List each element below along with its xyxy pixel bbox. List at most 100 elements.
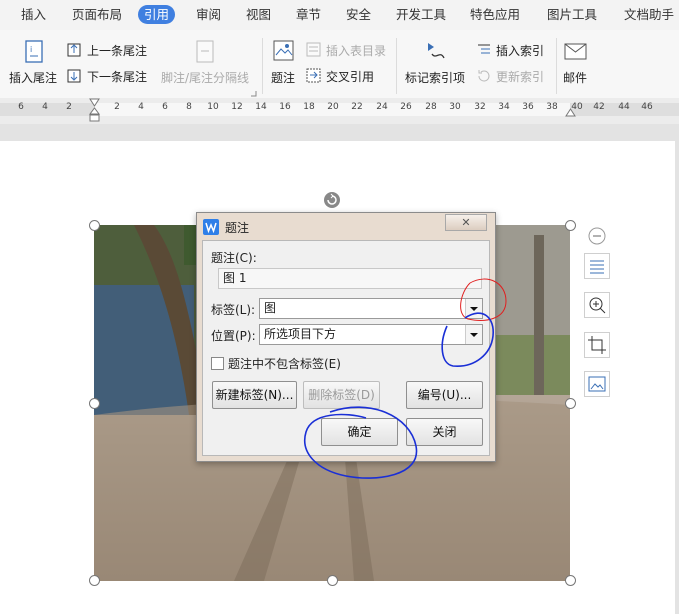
- dialog-close-x-button[interactable]: ✕: [445, 214, 487, 231]
- next-endnote-button[interactable]: 下一条尾注: [67, 67, 153, 85]
- cross-reference-label: 交叉引用: [326, 70, 375, 84]
- menu-review[interactable]: 审阅: [196, 0, 221, 30]
- prev-endnote-icon: [67, 43, 81, 57]
- insert-table-of-figures-button[interactable]: 插入表目录: [306, 41, 391, 59]
- dialog-launcher-icon[interactable]: [250, 90, 257, 97]
- ruler-tick-label: 6: [18, 102, 24, 112]
- ruler-tick-label: 22: [351, 102, 363, 112]
- caption-text-field[interactable]: 图 1: [218, 268, 482, 289]
- caption-button[interactable]: 题注: [270, 38, 300, 92]
- menu-security[interactable]: 安全: [346, 0, 371, 30]
- ruler-tick-label: 20: [327, 102, 339, 112]
- resize-handle-w[interactable]: [89, 398, 100, 409]
- ruler-tick-label: 26: [400, 102, 412, 112]
- menu-page-layout[interactable]: 页面布局: [72, 0, 122, 30]
- chevron-down-icon: [470, 307, 478, 311]
- menu-references[interactable]: 引用: [138, 5, 176, 24]
- next-endnote-icon: [67, 69, 81, 83]
- insert-index-button[interactable]: 插入索引: [476, 41, 550, 59]
- resize-handle-s[interactable]: [327, 575, 338, 586]
- chevron-down-icon: [470, 333, 478, 337]
- insert-endnote-button[interactable]: i 插入尾注: [8, 38, 64, 92]
- ruler-tick-label: 16: [279, 102, 291, 112]
- update-index-button[interactable]: 更新索引: [476, 67, 550, 85]
- ruler-tick-label: 2: [114, 102, 120, 112]
- picture-effects-icon: [588, 376, 606, 392]
- ruler-tick-label: 2: [66, 102, 72, 112]
- ruler-tick-label: 34: [498, 102, 510, 112]
- rotate-handle-icon[interactable]: [323, 191, 341, 209]
- position-field-label: 位置(P):: [211, 329, 256, 343]
- delete-label-button[interactable]: 删除标签(D): [303, 381, 380, 409]
- resize-handle-se[interactable]: [565, 575, 576, 586]
- insert-endnote-label: 插入尾注: [9, 71, 58, 85]
- resize-handle-sw[interactable]: [89, 575, 100, 586]
- ruler-tick-label: 14: [255, 102, 267, 112]
- ruler-tick-label: 18: [303, 102, 315, 112]
- tag-field-label: 标签(L):: [211, 303, 256, 317]
- tag-dropdown-arrow[interactable]: [465, 299, 482, 318]
- menu-bar: 插入 页面布局 引用 审阅 视图 章节 安全 开发工具 特色应用 图片工具 文档…: [0, 0, 679, 30]
- cross-reference-button[interactable]: 交叉引用: [306, 67, 391, 85]
- dialog-title: 题注: [225, 221, 250, 235]
- menu-developer[interactable]: 开发工具: [396, 0, 446, 30]
- dialog-body: 题注(C): 图 1 标签(L): 图 位置(P): 所选项目下方 题注中不包含…: [202, 240, 490, 456]
- mail-icon: [564, 43, 587, 60]
- wrap-text-tool[interactable]: [584, 253, 610, 279]
- mail-label: 邮件: [563, 71, 588, 85]
- exclude-label-checkbox-label: 题注中不包含标签(E): [228, 357, 341, 371]
- insert-table-of-figures-label: 插入表目录: [326, 44, 387, 58]
- mark-index-entry-button[interactable]: 标记索引项: [404, 38, 468, 92]
- menu-doc-assistant[interactable]: 文档助手: [624, 0, 674, 30]
- resize-handle-nw[interactable]: [89, 220, 100, 231]
- ribbon-divider: [556, 38, 557, 94]
- endnote-icon: i: [25, 40, 43, 63]
- prev-endnote-button[interactable]: 上一条尾注: [67, 41, 153, 59]
- indent-marker-icon[interactable]: [89, 98, 100, 122]
- numbering-button[interactable]: 编号(U)...: [406, 381, 483, 409]
- footnote-separator-button[interactable]: 脚注/尾注分隔线: [160, 38, 255, 92]
- ribbon: i 插入尾注 上一条尾注 下一条尾注 脚注/尾注分隔线 题注 插入表目录 交叉引…: [0, 30, 679, 99]
- right-indent-marker-icon[interactable]: [565, 107, 576, 117]
- menu-picture-tools[interactable]: 图片工具: [547, 0, 597, 30]
- ribbon-divider: [396, 38, 397, 94]
- resize-handle-ne[interactable]: [565, 220, 576, 231]
- collapse-icon[interactable]: [588, 227, 606, 245]
- footnote-separator-label: 脚注/尾注分隔线: [161, 71, 250, 85]
- wrap-text-icon: [590, 260, 604, 274]
- ruler-tick-label: 36: [522, 102, 534, 112]
- crop-tool[interactable]: [584, 332, 610, 358]
- ruler-tick-label: 24: [376, 102, 388, 112]
- menu-insert[interactable]: 插入: [21, 0, 46, 30]
- zoom-tool[interactable]: [584, 292, 610, 318]
- wps-writer-icon: [203, 219, 219, 235]
- ruler-tick-label: 46: [641, 102, 653, 112]
- position-dropdown-arrow[interactable]: [465, 325, 482, 344]
- horizontal-ruler[interactable]: 6 4 2 2 4 6 8 10 12 14 16 18 20 22 24 26 28 30 32 34 36 38 40 4…: [0, 98, 679, 124]
- caption-icon: [273, 40, 294, 61]
- position-select-value: 所选项目下方: [264, 327, 337, 341]
- menu-featured-apps[interactable]: 特色应用: [470, 0, 520, 30]
- mark-index-icon: [428, 43, 445, 59]
- ruler-tick-label: 38: [546, 102, 558, 112]
- cross-reference-icon: [306, 68, 321, 83]
- ok-button[interactable]: 确定: [321, 418, 398, 446]
- picture-effects-tool[interactable]: [584, 371, 610, 397]
- close-button[interactable]: 关闭: [406, 418, 483, 446]
- mail-button[interactable]: 邮件: [562, 38, 592, 92]
- ruler-tick-label: 4: [138, 102, 144, 112]
- new-label-button[interactable]: 新建标签(N)...: [212, 381, 297, 409]
- exclude-label-checkbox[interactable]: [211, 357, 224, 370]
- update-index-icon: [478, 70, 490, 82]
- menu-view[interactable]: 视图: [246, 0, 271, 30]
- position-select[interactable]: 所选项目下方: [259, 324, 483, 345]
- resize-handle-e[interactable]: [565, 398, 576, 409]
- caption-label: 题注: [271, 71, 296, 85]
- ruler-tick-label: 30: [449, 102, 461, 112]
- tag-select[interactable]: 图: [259, 298, 483, 319]
- insert-index-icon: [478, 44, 490, 54]
- ruler-tick-label: 28: [425, 102, 437, 112]
- zoom-in-icon: [589, 297, 606, 314]
- ruler-tick-label: 8: [186, 102, 192, 112]
- menu-chapter[interactable]: 章节: [296, 0, 321, 30]
